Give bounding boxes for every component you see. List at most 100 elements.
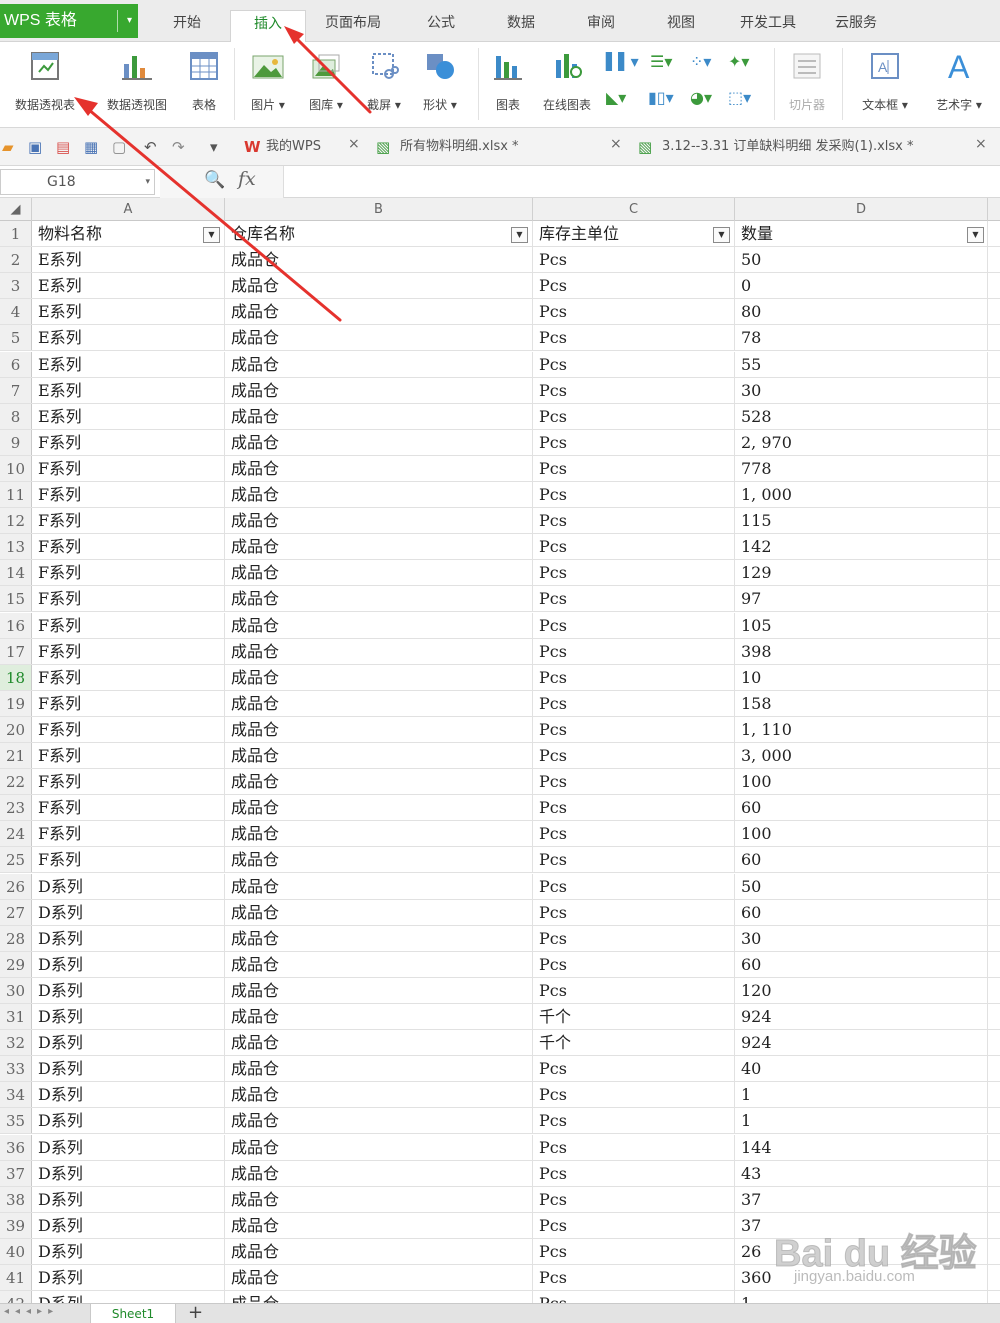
cell-material-name[interactable]: E系列: [32, 351, 225, 377]
cell-warehouse-name[interactable]: 成品仓: [225, 1238, 533, 1264]
cell-quantity[interactable]: 158: [735, 690, 988, 716]
cell-quantity[interactable]: 40: [735, 1056, 988, 1082]
cell-warehouse-name[interactable]: 成品仓: [225, 1186, 533, 1212]
cell-quantity[interactable]: 100: [735, 821, 988, 847]
gallery-button[interactable]: 图库 ▾: [300, 50, 352, 113]
cell-material-name[interactable]: D系列: [32, 899, 225, 925]
cell-quantity[interactable]: 43: [735, 1160, 988, 1186]
select-all-corner[interactable]: ◢: [0, 198, 32, 221]
cell-unit[interactable]: Pcs: [533, 873, 735, 899]
chart-button[interactable]: 图表: [486, 50, 530, 113]
cell-unit[interactable]: Pcs: [533, 247, 735, 273]
cell-unit[interactable]: 千个: [533, 1004, 735, 1030]
cell-quantity[interactable]: 37: [735, 1186, 988, 1212]
cell-quantity[interactable]: 144: [735, 1134, 988, 1160]
cell-warehouse-name[interactable]: 成品仓: [225, 508, 533, 534]
cell-warehouse-name[interactable]: 成品仓: [225, 377, 533, 403]
tab-home[interactable]: 开始: [160, 10, 214, 40]
cell-material-name[interactable]: F系列: [32, 664, 225, 690]
cell-warehouse-name[interactable]: 成品仓: [225, 1004, 533, 1030]
row-number[interactable]: 5: [0, 325, 32, 351]
row-number[interactable]: 28: [0, 925, 32, 951]
cell-warehouse-name[interactable]: 成品仓: [225, 560, 533, 586]
cell-warehouse-name[interactable]: 成品仓: [225, 299, 533, 325]
cell-quantity[interactable]: 924: [735, 1030, 988, 1056]
tab-mywps[interactable]: 我的WPS: [266, 136, 321, 160]
cell-warehouse-name[interactable]: 成品仓: [225, 1108, 533, 1134]
app-menu-button[interactable]: WPS 表格 ▾: [0, 4, 138, 38]
cell-quantity[interactable]: 360: [735, 1265, 988, 1291]
cell-material-name[interactable]: F系列: [32, 716, 225, 742]
pie-chart-icon[interactable]: ◕▾: [690, 88, 712, 107]
tab-cloud[interactable]: 云服务: [826, 10, 886, 40]
cell-material-name[interactable]: F系列: [32, 455, 225, 481]
print-preview-icon[interactable]: ▢: [112, 138, 126, 156]
cell-warehouse-name[interactable]: 成品仓: [225, 899, 533, 925]
print-icon[interactable]: ▦: [84, 138, 98, 156]
tab-insert[interactable]: 插入: [230, 10, 306, 43]
cell-quantity[interactable]: 1: [735, 1082, 988, 1108]
row-number[interactable]: 14: [0, 560, 32, 586]
name-box[interactable]: G18 ▾: [0, 169, 155, 195]
row-number[interactable]: 26: [0, 873, 32, 899]
cell-material-name[interactable]: D系列: [32, 1238, 225, 1264]
cell-material-name[interactable]: E系列: [32, 325, 225, 351]
row-number[interactable]: 3: [0, 273, 32, 299]
cell-quantity[interactable]: 60: [735, 899, 988, 925]
cell-quantity[interactable]: 60: [735, 795, 988, 821]
cell-quantity[interactable]: 60: [735, 847, 988, 873]
row-number[interactable]: 16: [0, 612, 32, 638]
wordart-button[interactable]: A 艺术字 ▾: [926, 50, 992, 113]
cell-unit[interactable]: Pcs: [533, 1056, 735, 1082]
cell-warehouse-name[interactable]: 成品仓: [225, 586, 533, 612]
sheet-tab-sheet1[interactable]: Sheet1: [90, 1304, 176, 1323]
cell-quantity[interactable]: 142: [735, 534, 988, 560]
cell-material-name[interactable]: F系列: [32, 429, 225, 455]
row-number[interactable]: 29: [0, 951, 32, 977]
zoom-icon[interactable]: 🔍: [204, 170, 225, 190]
cell-unit[interactable]: Pcs: [533, 1160, 735, 1186]
cell-warehouse-name[interactable]: 成品仓: [225, 821, 533, 847]
cell-material-name[interactable]: F系列: [32, 690, 225, 716]
cell-warehouse-name[interactable]: 成品仓: [225, 769, 533, 795]
close-icon[interactable]: ×: [975, 136, 987, 152]
cell-warehouse-name[interactable]: 成品仓: [225, 482, 533, 508]
cell-unit[interactable]: Pcs: [533, 977, 735, 1003]
cell-material-name[interactable]: F系列: [32, 534, 225, 560]
cell-material-name[interactable]: F系列: [32, 795, 225, 821]
cell-quantity[interactable]: 778: [735, 455, 988, 481]
bar-chart-icon[interactable]: ☰▾: [650, 52, 672, 71]
cell-unit[interactable]: Pcs: [533, 638, 735, 664]
cell-unit[interactable]: Pcs: [533, 664, 735, 690]
cell-warehouse-name[interactable]: 成品仓: [225, 1134, 533, 1160]
cell-quantity[interactable]: 1: [735, 1108, 988, 1134]
filter-dropdown-icon[interactable]: ▼: [967, 227, 984, 243]
insert-function-button[interactable]: fx: [238, 168, 256, 190]
cell-warehouse-name[interactable]: 成品仓: [225, 1082, 533, 1108]
cell-unit[interactable]: Pcs: [533, 586, 735, 612]
row-number[interactable]: 38: [0, 1186, 32, 1212]
cell-warehouse-name[interactable]: 成品仓: [225, 977, 533, 1003]
tab-review[interactable]: 审阅: [576, 10, 626, 40]
picture-button[interactable]: 图片 ▾: [242, 50, 294, 113]
row-number[interactable]: 13: [0, 534, 32, 560]
cell-material-name[interactable]: D系列: [32, 1160, 225, 1186]
cell-quantity[interactable]: 37: [735, 1212, 988, 1238]
row-number[interactable]: 17: [0, 638, 32, 664]
row-number[interactable]: 27: [0, 899, 32, 925]
pivot-table-button[interactable]: 数据透视表: [4, 50, 86, 113]
cell-warehouse-name[interactable]: 成品仓: [225, 351, 533, 377]
cell-material-name[interactable]: D系列: [32, 1108, 225, 1134]
cell-quantity[interactable]: 50: [735, 873, 988, 899]
cell-warehouse-name[interactable]: 成品仓: [225, 455, 533, 481]
cell-quantity[interactable]: 1, 110: [735, 716, 988, 742]
cell-material-name[interactable]: E系列: [32, 247, 225, 273]
cell-warehouse-name[interactable]: 成品仓: [225, 638, 533, 664]
cell-quantity[interactable]: 398: [735, 638, 988, 664]
row-number[interactable]: 33: [0, 1056, 32, 1082]
row-number[interactable]: 34: [0, 1082, 32, 1108]
cell-unit[interactable]: Pcs: [533, 273, 735, 299]
cell-unit[interactable]: Pcs: [533, 429, 735, 455]
row-number[interactable]: 32: [0, 1030, 32, 1056]
cell-unit[interactable]: 千个: [533, 1030, 735, 1056]
